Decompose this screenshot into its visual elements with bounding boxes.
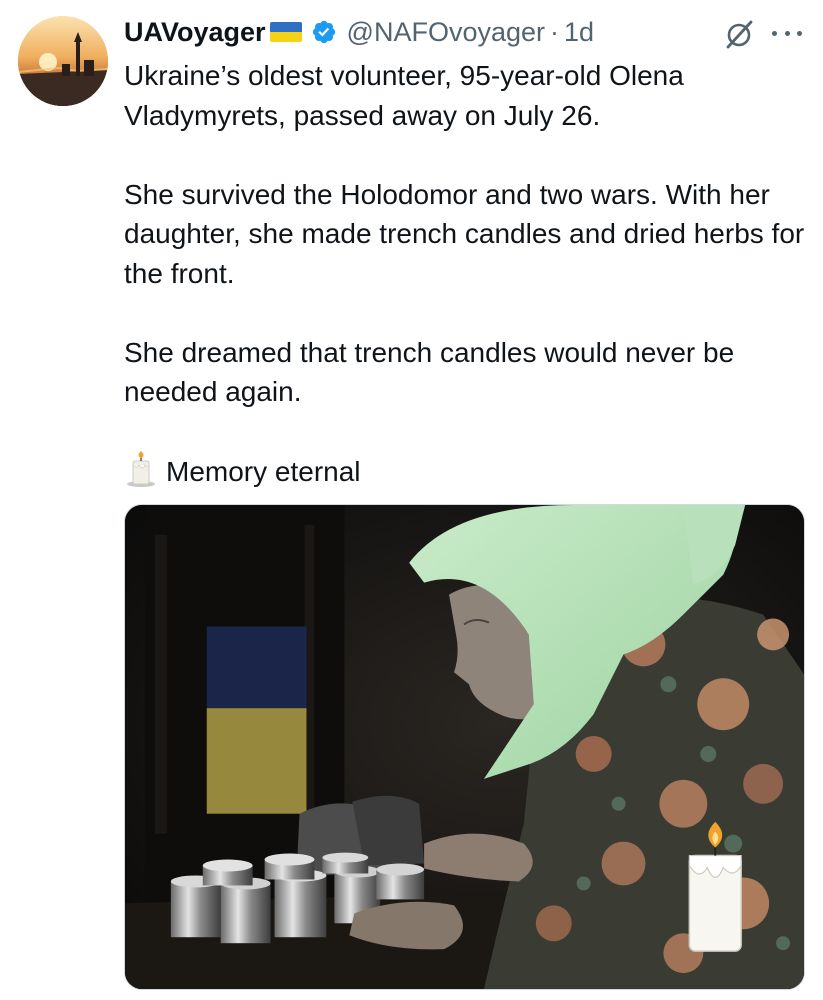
tweet: UAVoyager @NAFOvoyager · 1d Ukraine’s ol…: [0, 0, 823, 1000]
more-options-icon[interactable]: [772, 26, 802, 40]
author-handle[interactable]: @NAFOvoyager: [347, 17, 545, 48]
dot-separator: ·: [550, 16, 560, 47]
author-display-name[interactable]: UAVoyager: [124, 17, 266, 48]
verified-badge-icon: [312, 20, 335, 44]
tweet-paragraph-3: She dreamed that trench candles would ne…: [124, 336, 735, 408]
tweet-photo[interactable]: [124, 504, 805, 990]
author-avatar[interactable]: [18, 16, 108, 106]
tweet-header: UAVoyager @NAFOvoyager · 1d: [124, 12, 594, 52]
tweet-paragraph-4: Memory eternal: [124, 451, 814, 492]
tweet-paragraph-2: She survived the Holodomor and two wars.…: [124, 178, 805, 289]
candle-icon: [127, 451, 155, 487]
memory-eternal-text: Memory eternal: [166, 456, 361, 487]
tweet-paragraph-1: Ukraine’s oldest volunteer, 95-year-old …: [124, 60, 684, 131]
grok-icon[interactable]: [722, 18, 756, 52]
tweet-text: Ukraine’s oldest volunteer, 95-year-old …: [124, 56, 814, 492]
ukraine-flag-icon: [269, 22, 302, 42]
photo-elderly-woman-trench-candles: [125, 505, 804, 989]
tweet-timestamp[interactable]: 1d: [564, 17, 594, 48]
avatar-image: [18, 16, 108, 106]
